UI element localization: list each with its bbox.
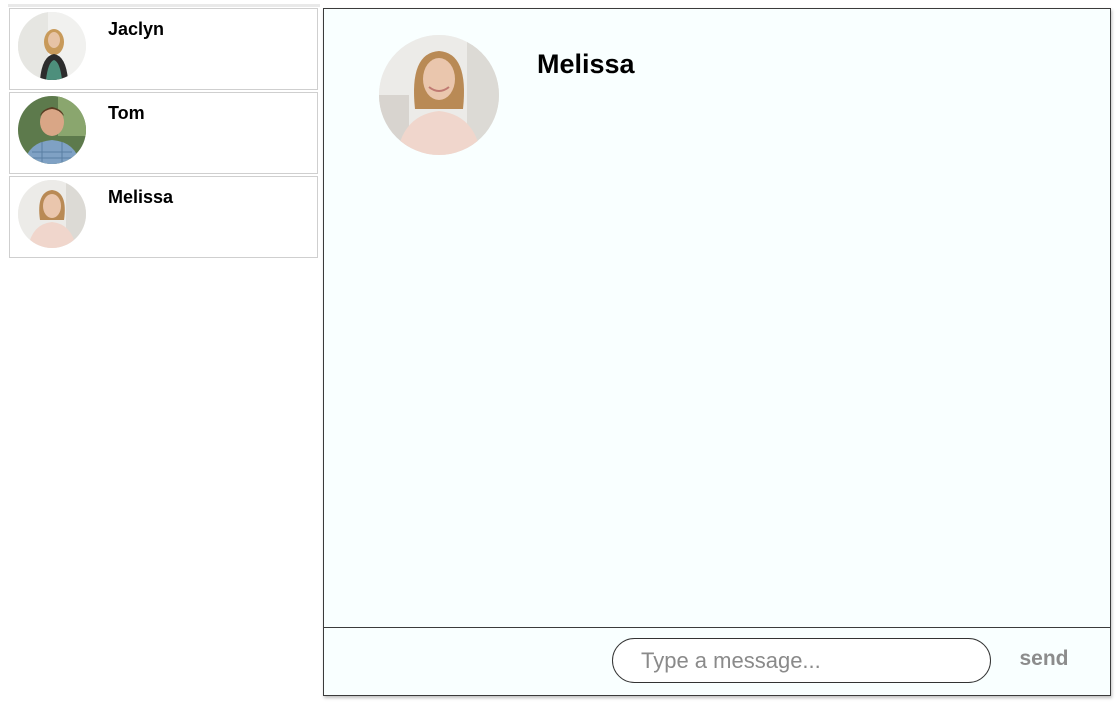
person-avatar-icon	[18, 96, 86, 164]
person-avatar-icon	[379, 35, 499, 155]
chat-panel: Melissa send	[323, 8, 1111, 696]
contact-list: Jaclyn Tom Melissa	[9, 8, 318, 260]
person-avatar-icon	[18, 12, 86, 80]
contact-item-jaclyn[interactable]: Jaclyn	[9, 8, 318, 90]
contact-item-tom[interactable]: Tom	[9, 92, 318, 174]
person-avatar-icon	[18, 180, 86, 248]
avatar	[18, 180, 86, 248]
message-composer: send	[324, 627, 1110, 695]
avatar	[18, 12, 86, 80]
chat-avatar	[379, 35, 499, 155]
message-input[interactable]	[612, 638, 991, 683]
chat-contact-name: Melissa	[537, 49, 635, 79]
send-button[interactable]: send	[1014, 644, 1074, 674]
contact-name: Tom	[108, 103, 145, 123]
avatar	[18, 96, 86, 164]
contact-name: Jaclyn	[108, 19, 165, 39]
contact-item-melissa[interactable]: Melissa	[9, 176, 318, 258]
contact-name: Melissa	[108, 187, 174, 207]
top-divider	[8, 4, 320, 7]
